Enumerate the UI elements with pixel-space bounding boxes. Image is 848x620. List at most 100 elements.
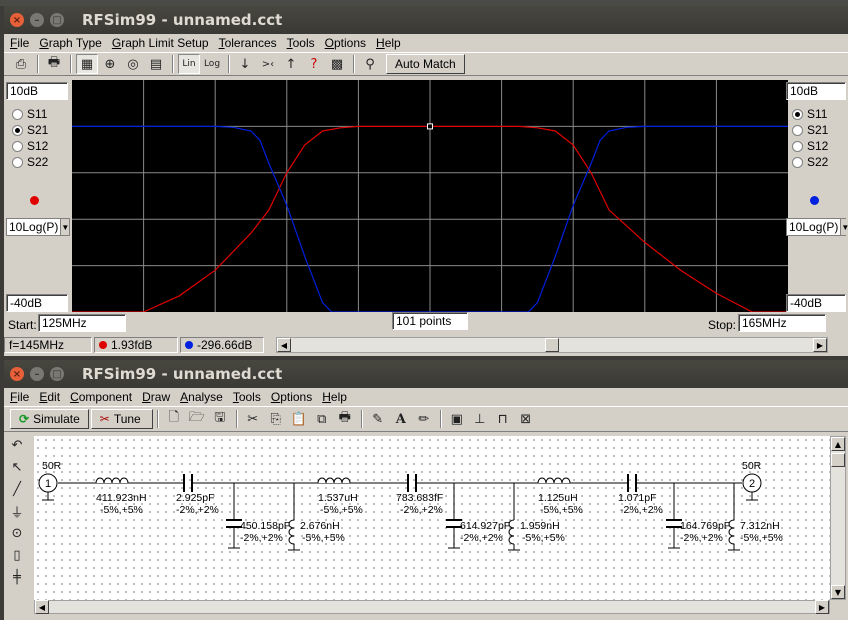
left-scale-select[interactable]: 10Log(P) ▼ [6, 218, 70, 236]
maximize-button[interactable]: □ [50, 13, 64, 27]
scroll-thumb[interactable] [831, 453, 845, 467]
right-radio-s12[interactable]: S12 [786, 138, 828, 154]
port-icon[interactable]: ⊙ [6, 522, 28, 544]
menu-graph-limit-setup[interactable]: Graph Limit Setup [112, 36, 209, 50]
left-bottom-value[interactable]: -40dB [6, 294, 68, 312]
shunt1-ind-value[interactable]: 2.676nH [300, 520, 340, 532]
shunt3-inductor-ground[interactable] [728, 544, 740, 551]
shunt2-cap-value[interactable]: 614.927pF [460, 520, 510, 532]
auto-match-button[interactable]: Auto Match [386, 54, 465, 74]
text-tool-icon[interactable]: A [390, 409, 412, 429]
simulate-button[interactable]: ⟳ Simulate [10, 409, 89, 429]
save-icon[interactable]: 🖫 [209, 409, 231, 429]
menu-component[interactable]: Component [70, 390, 132, 404]
c3-value[interactable]: 1.071pF [618, 492, 657, 504]
left-top-value[interactable]: 10dB [6, 82, 68, 100]
schematic-h-scrollbar[interactable]: ◀ ▶ [34, 600, 830, 614]
shunt3-ind-value[interactable]: 7.312nH [740, 520, 780, 532]
maximize-button[interactable]: □ [50, 367, 64, 381]
l1-value[interactable]: 411.923nH [96, 492, 147, 504]
menu-draw[interactable]: Draw [142, 390, 170, 404]
help-query-icon[interactable]: ? [303, 54, 325, 74]
l1-inductor[interactable] [95, 477, 129, 484]
cut-icon[interactable]: ✂ [242, 409, 264, 429]
left-radio-s12[interactable]: S12 [6, 138, 48, 154]
c1-value[interactable]: 2.925pF [176, 492, 215, 504]
close-button[interactable]: × [10, 367, 24, 381]
new-file-icon[interactable]: 🗋 [163, 409, 185, 429]
rectangular-graph-icon[interactable]: ▦ [76, 54, 98, 74]
shunt2-inductor-ground[interactable] [508, 544, 520, 551]
c1-capacitor[interactable] [183, 474, 193, 492]
print-icon[interactable]: 🖶 [43, 54, 65, 74]
close-button[interactable]: × [10, 13, 24, 27]
shunt1-cap-value[interactable]: 450.158pF [240, 520, 290, 532]
l2-value[interactable]: 1.537uH [318, 492, 358, 504]
shunt3-capacitor-ground[interactable] [668, 527, 680, 549]
c2-value[interactable]: 783.683fF [396, 492, 443, 504]
right-top-value[interactable]: 10dB [786, 82, 846, 100]
right-bottom-value[interactable]: -40dB [786, 294, 846, 312]
paste-icon[interactable]: 📋 [288, 409, 310, 429]
tune-button[interactable]: ✂ Tune [90, 409, 153, 429]
l3-inductor[interactable] [537, 477, 571, 484]
pen-icon[interactable]: ✏ [413, 409, 435, 429]
schematic-v-scrollbar[interactable]: ▲ ▼ [830, 436, 846, 600]
menu-analyse[interactable]: Analyse [180, 390, 223, 404]
l2-inductor[interactable] [317, 477, 351, 484]
l3-value[interactable]: 1.125uH [538, 492, 578, 504]
wire-icon[interactable]: ╱ [6, 478, 28, 500]
shunt2-capacitor-ground[interactable] [448, 527, 460, 549]
table-icon[interactable]: ▤ [145, 54, 167, 74]
frequency-marker[interactable] [427, 123, 433, 130]
c3-capacitor[interactable] [627, 474, 637, 492]
points-field[interactable]: 101 points [392, 312, 468, 330]
shunt3-cap-value[interactable]: 164.769pF [680, 520, 730, 532]
left-radio-s22[interactable]: S22 [6, 154, 48, 170]
smith-chart-icon[interactable]: ⊕ [99, 54, 121, 74]
copy-icon[interactable]: ⎘ [265, 409, 287, 429]
menu-help[interactable]: Help [376, 36, 401, 50]
ground-icon[interactable]: ⏚ [6, 500, 28, 522]
menu-file[interactable]: File [10, 390, 29, 404]
minimize-button[interactable]: – [30, 367, 44, 381]
scroll-thumb[interactable] [545, 338, 559, 352]
left-radio-s11[interactable]: S11 [6, 106, 48, 122]
resistor-icon[interactable]: ▯ [6, 544, 28, 566]
arrow-up-icon[interactable]: ↑ [280, 54, 302, 74]
shunt1-capacitor-ground[interactable] [228, 527, 240, 549]
right-radio-s11[interactable]: S11 [786, 106, 828, 122]
tune-icon[interactable]: ⚲ [359, 54, 381, 74]
schematic-drawing[interactable]: 1 2 [34, 436, 830, 600]
menu-tools[interactable]: Tools [287, 36, 315, 50]
pointer-icon[interactable]: ↖ [6, 456, 28, 478]
c2-capacitor[interactable] [407, 474, 417, 492]
arrow-down-icon[interactable]: ↓ [234, 54, 256, 74]
scroll-right-arrow[interactable]: ▶ [815, 600, 829, 614]
schematic-canvas[interactable]: 1 2 50R 50R 411.923nH -5%,+5% 2.925pF -2… [34, 436, 830, 600]
scroll-down-arrow[interactable]: ▼ [831, 585, 845, 599]
export-icon[interactable]: ⎙ [10, 54, 32, 74]
port-1[interactable]: 1 [38, 473, 58, 493]
log-scale-icon[interactable]: Log [201, 54, 223, 74]
print-icon[interactable]: 🖶 [334, 409, 356, 429]
copy-image-icon[interactable]: ⧉ [311, 409, 333, 429]
capacitor-icon[interactable]: ╪ [6, 566, 28, 588]
right-radio-s22[interactable]: S22 [786, 154, 828, 170]
linear-scale-icon[interactable]: Lin [178, 54, 200, 74]
menu-help[interactable]: Help [322, 390, 347, 404]
stop-frequency-field[interactable]: 165MHz [738, 314, 826, 332]
menu-edit[interactable]: Edit [39, 390, 60, 404]
port-2[interactable]: 2 [742, 473, 762, 493]
rotate-icon[interactable]: ↶ [6, 434, 28, 456]
polar-chart-icon[interactable]: ◎ [122, 54, 144, 74]
scroll-left-arrow[interactable]: ◀ [35, 600, 49, 614]
left-radio-s21[interactable]: S21 [6, 122, 48, 138]
frequency-scrollbar[interactable]: ◀ ▶ [276, 337, 828, 353]
menu-options[interactable]: Options [271, 390, 312, 404]
right-radio-s21[interactable]: S21 [786, 122, 828, 138]
shunt1-inductor-ground[interactable] [288, 544, 300, 551]
wand-icon[interactable]: ✎ [367, 409, 389, 429]
chip-icon[interactable]: ▩ [326, 54, 348, 74]
start-frequency-field[interactable]: 125MHz [38, 314, 126, 332]
